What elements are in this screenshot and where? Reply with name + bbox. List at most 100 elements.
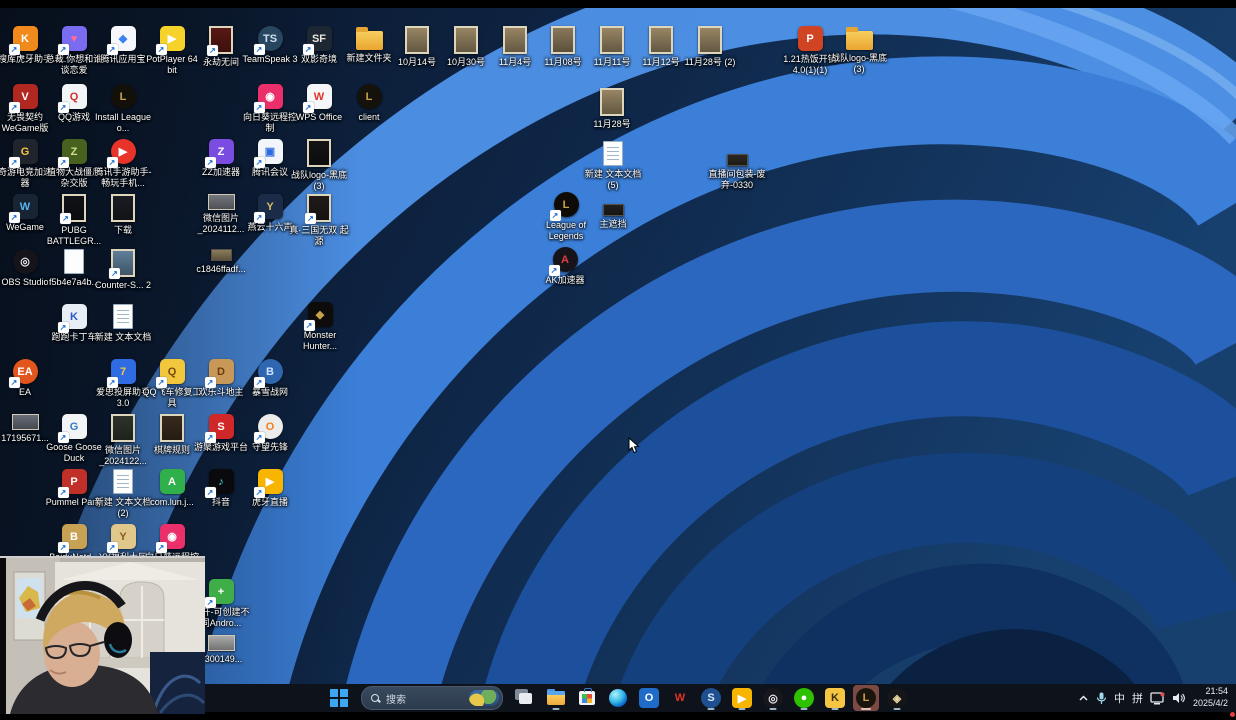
- desktop-icon-label: 燕云十六声: [247, 222, 292, 233]
- qiyou-booster-icon: G: [13, 139, 38, 164]
- system-tray: 中 拼 21:54 2025/4/2: [1078, 684, 1232, 712]
- running-indicator: [801, 708, 808, 710]
- ime-mode-button[interactable]: 拼: [1132, 690, 1143, 706]
- taskbar-microsoft-store-button[interactable]: [574, 685, 600, 711]
- desktop-icon-label: AK加速器: [545, 275, 584, 286]
- shortcut-arrow-icon: [205, 487, 216, 498]
- taskbar-steam-button[interactable]: S: [698, 685, 724, 711]
- shortcut-arrow-icon: [207, 45, 218, 56]
- taskbar-league-of-legends-button[interactable]: L: [853, 685, 879, 711]
- notification-dot: [1230, 712, 1235, 717]
- clock[interactable]: 21:54 2025/4/2: [1193, 686, 1232, 709]
- shortcut-arrow-icon: [58, 432, 69, 443]
- desktop-icon-txt-doc-5[interactable]: 新建 文本文档 (5): [582, 141, 644, 190]
- desktop-icon-img-1128b[interactable]: 11月28号: [581, 88, 643, 130]
- search-input[interactable]: 搜索: [361, 686, 503, 710]
- douyin-icon: ♪: [209, 469, 234, 494]
- taskbar-game-launcher-button[interactable]: ◈: [884, 685, 910, 711]
- desktop-icon-label: 双影奇境: [301, 54, 337, 65]
- desktop-icon-c1846-file[interactable]: c1846ffadf...: [190, 249, 252, 275]
- desktop-icon-label: c1846ffadf...: [196, 264, 245, 275]
- microphone-icon[interactable]: [1096, 692, 1107, 705]
- desktop-icon-label: 7300149...: [200, 654, 243, 665]
- desktop-icon-client[interactable]: Lclient: [338, 84, 400, 123]
- desktop-icon-cs2[interactable]: Counter-S... 2: [92, 249, 154, 291]
- desktop-icon-img-1128a[interactable]: 11月28号 (2): [679, 26, 741, 68]
- img-1112-icon: [649, 26, 673, 54]
- shortcut-arrow-icon: [107, 377, 118, 388]
- windows-logo-icon: [330, 689, 348, 707]
- cs2-icon: [111, 249, 135, 277]
- ime-language-button[interactable]: 中: [1114, 690, 1125, 706]
- desktop-icon-label: 真·三国无双 起源: [288, 225, 350, 246]
- img-1030-icon: [454, 26, 478, 54]
- desktop-icon-label: 11月08号: [544, 57, 581, 68]
- desktop-icon-label: 新建 文本文档: [95, 332, 152, 343]
- cast-display-icon[interactable]: [1150, 692, 1165, 705]
- taskbar-wechat-button[interactable]: ●: [791, 685, 817, 711]
- desktop-icon-ak-booster[interactable]: A AK加速器: [534, 247, 596, 286]
- desktop-icon-install-league[interactable]: LInstall League o...: [92, 84, 154, 133]
- shortcut-arrow-icon: [303, 102, 314, 113]
- desktop-icon-main-mask[interactable]: 主遮挡: [582, 204, 644, 230]
- desktop-icon-tencent-gamebuddy[interactable]: ▶腾讯手游助手-畅玩手机...: [92, 139, 154, 188]
- ak-booster-icon: A: [553, 247, 578, 272]
- youju-platform-icon: S: [209, 414, 234, 439]
- shortcut-arrow-icon: [107, 542, 118, 553]
- desktop-icon-txt-doc-1[interactable]: 新建 文本文档: [92, 304, 154, 343]
- taskbar-edge-button[interactable]: [605, 685, 631, 711]
- shortcut-arrow-icon: [107, 44, 118, 55]
- taskbar-outlook-button[interactable]: O: [636, 685, 662, 711]
- desktop-icon-battlenet[interactable]: B暴雪战网: [239, 359, 301, 398]
- install-league-icon: L: [111, 84, 136, 109]
- taskbar-wps-button[interactable]: W: [667, 685, 693, 711]
- yy-hall-glyph: Y: [119, 531, 126, 543]
- desktop-icon-monster-hunter[interactable]: ◆Monster Hunter...: [289, 302, 351, 351]
- valorant-wegame-icon: V: [13, 84, 38, 109]
- split-fiction-icon: SF: [307, 26, 332, 51]
- desktop-icon-ea-app[interactable]: EAEA: [0, 359, 56, 398]
- obs-studio-glyph: ◎: [20, 255, 30, 268]
- volume-icon[interactable]: [1172, 692, 1186, 704]
- shortcut-arrow-icon: [550, 210, 561, 221]
- wps-icon: W: [670, 688, 690, 708]
- yingyongbao-icon: ◆: [111, 26, 136, 51]
- start-button[interactable]: [326, 685, 352, 711]
- search-highlight-thumbnail[interactable]: [469, 690, 499, 706]
- desktop-icon-download[interactable]: 下载: [92, 194, 154, 236]
- taskbar-obs-button[interactable]: ◎: [760, 685, 786, 711]
- taskbar-huya-button[interactable]: ▶: [729, 685, 755, 711]
- shortcut-arrow-icon: [254, 432, 265, 443]
- img-1128b-icon: [600, 88, 624, 116]
- shortcut-arrow-icon: [303, 44, 314, 55]
- folder-team-logo-icon: [846, 31, 873, 50]
- wps-office-glyph: W: [314, 91, 324, 103]
- desktop-icon-label: QQ游戏: [58, 112, 90, 123]
- taskbar-task-view-button[interactable]: [512, 685, 538, 711]
- pubg-icon: [62, 194, 86, 222]
- shortcut-arrow-icon: [58, 102, 69, 113]
- running-indicator: [861, 708, 871, 710]
- shortcut-arrow-icon: [156, 542, 167, 553]
- qq-speed-fix-icon: Q: [160, 359, 185, 384]
- shortcut-arrow-icon: [254, 212, 265, 223]
- desktop-icon-label: 下载: [114, 225, 132, 236]
- desktop-icon-team-logo-image[interactable]: 战队logo-黑底(3): [288, 139, 350, 191]
- shortcut-arrow-icon: [60, 213, 71, 224]
- hidden-icons-chevron[interactable]: [1078, 693, 1089, 704]
- obs-studio-icon: ◎: [13, 249, 38, 274]
- desktop-icon-overwatch[interactable]: O守望先锋: [239, 414, 301, 453]
- desktop-icon-huya-live[interactable]: ▶虎牙直播: [239, 469, 301, 508]
- tencent-meeting-glyph: ▣: [265, 145, 275, 158]
- baidu-netdisk-icon: B: [62, 524, 87, 549]
- desktop-icon-sanguo-origins[interactable]: 真·三国无双 起源: [288, 194, 350, 246]
- desktop-icon-stream-pack[interactable]: 直播间包装-废弃-0330: [706, 154, 768, 190]
- shortcut-arrow-icon: [549, 265, 560, 276]
- qq-games-glyph: Q: [70, 91, 79, 103]
- taskbar-kook-button[interactable]: K: [822, 685, 848, 711]
- taskbar-file-explorer-button[interactable]: [543, 685, 569, 711]
- desktop-icon-folder-team-logo[interactable]: 战队logo-黑底(3): [828, 26, 890, 74]
- teamspeak-icon: TS: [258, 26, 283, 51]
- novel-app-glyph: ♥: [71, 33, 78, 45]
- league-of-legends-glyph: L: [563, 199, 570, 211]
